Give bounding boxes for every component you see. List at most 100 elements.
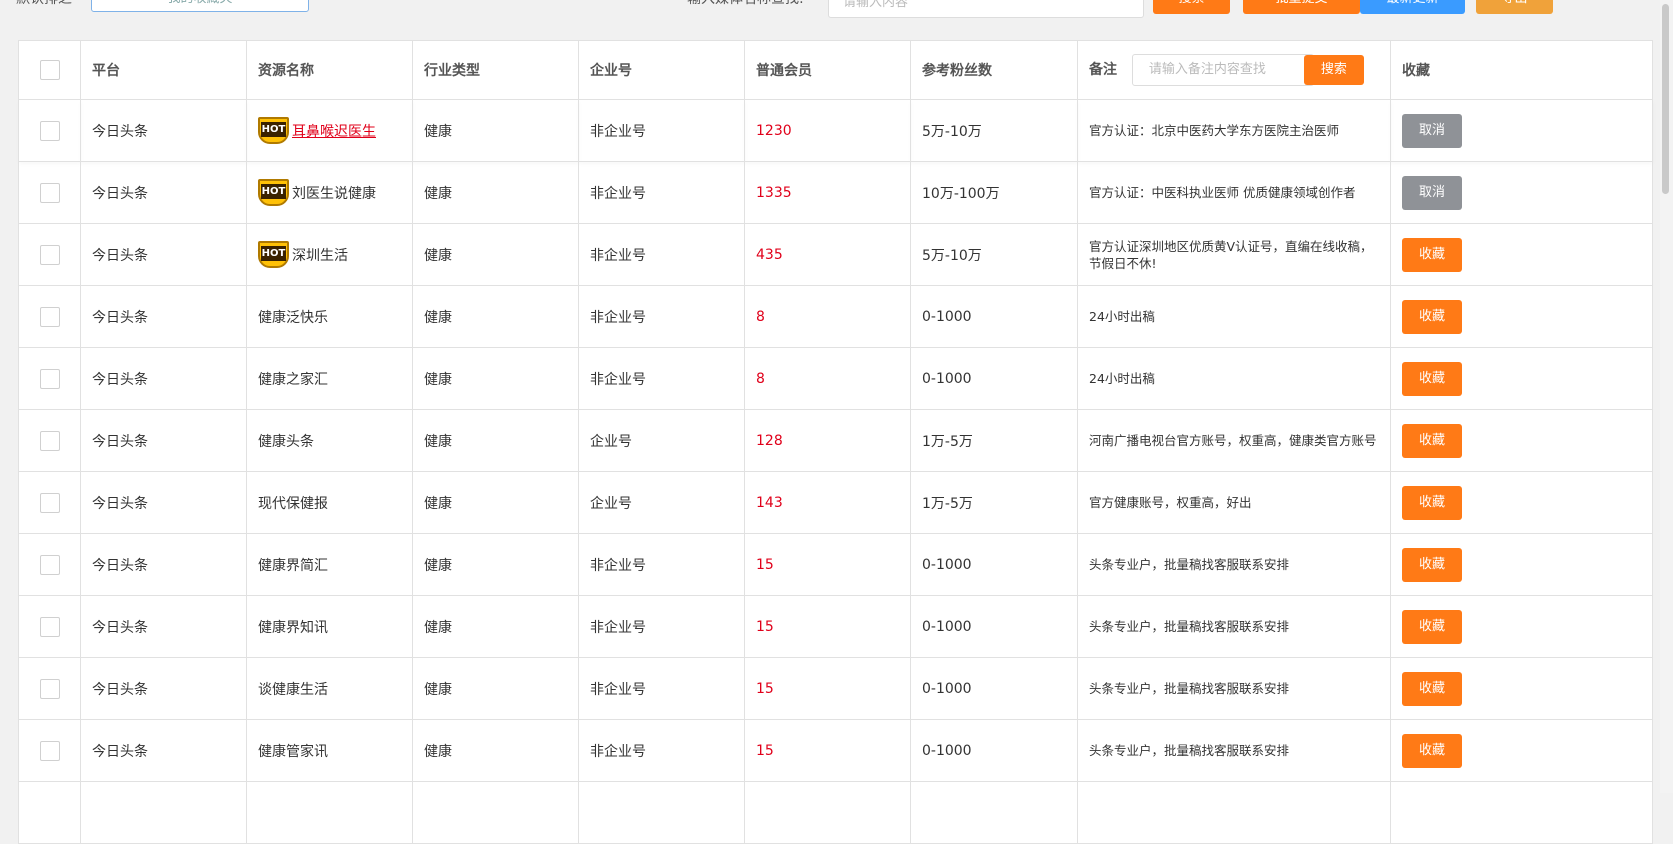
member-price-cell: 15 [744, 533, 911, 596]
row-checkbox[interactable] [39, 120, 60, 141]
table-row: 今日头条 HOT 耳鼻喉迟医生 健康 非企业号 1230 5万-10万 官方认证：北京中医药大… [18, 99, 1653, 162]
add-favorite-button[interactable]: 收藏 [1402, 671, 1462, 706]
favorites-select[interactable]: 我的收藏夹 [91, 0, 309, 12]
row-checkbox[interactable] [39, 554, 60, 575]
resource-name-link[interactable]: 耳鼻喉迟医生 [292, 121, 376, 141]
cancel-favorite-button[interactable]: 取消 [1402, 113, 1462, 148]
add-favorite-button[interactable]: 收藏 [1402, 485, 1462, 520]
fav-cell: 取消 [1390, 161, 1653, 224]
fans-cell: 0-1000 [910, 533, 1078, 596]
member-price-cell: 143 [744, 471, 911, 534]
select-all-cell [18, 40, 81, 100]
note-cell: 24小时出稿 [1077, 285, 1391, 348]
row-checkbox[interactable] [39, 616, 60, 637]
enterprise-cell [578, 781, 745, 844]
fans-cell: 1万-5万 [910, 409, 1078, 472]
fans-cell: 5万-10万 [910, 99, 1078, 162]
row-checkbox[interactable] [39, 244, 60, 265]
search-button[interactable]: 搜索 [1153, 0, 1230, 14]
industry-cell: 健康 [412, 223, 579, 286]
add-favorite-button[interactable]: 收藏 [1402, 423, 1462, 458]
resource-name-link[interactable]: 健康界简汇 [258, 555, 328, 575]
add-favorite-button[interactable]: 收藏 [1402, 547, 1462, 582]
name-cell: 健康界知讯 [246, 595, 413, 658]
row-checkbox[interactable] [39, 678, 60, 699]
header-note: 备注 请输入备注内容查找 搜索 [1077, 40, 1391, 100]
row-checkbox[interactable] [39, 182, 60, 203]
checkbox-cell [18, 223, 81, 286]
row-checkbox[interactable] [39, 306, 60, 327]
table-row: 今日头条 健康界知讯 健康 非企业号 15 0-1000 头条专业户，批量稿找客服联系安排收… [18, 595, 1653, 658]
resource-name-link[interactable]: 健康之家汇 [258, 369, 328, 389]
resource-table: 平台 资源名称 行业类型 企业号 普通会员 参考粉丝数 备注 请输入备注内容查找… [18, 40, 1653, 844]
table-row: 今日头条 谈健康生活 健康 非企业号 15 0-1000 头条专业户，批量稿找客服联系安排收… [18, 657, 1653, 720]
member-price-cell: 1335 [744, 161, 911, 224]
row-checkbox[interactable] [39, 430, 60, 451]
note-cell: 官方认证：中医科执业医师 优质健康领域创作者 [1077, 161, 1391, 224]
add-favorite-button[interactable]: 收藏 [1402, 609, 1462, 644]
enterprise-cell: 非企业号 [578, 161, 745, 224]
table-row: 今日头条 HOT 深圳生活 健康 非企业号 435 5万-10万 官方认证深圳地区优质黄V认证… [18, 223, 1653, 286]
enterprise-cell: 非企业号 [578, 99, 745, 162]
media-search-input[interactable]: 请输入内容 [828, 0, 1144, 18]
platform-cell: 今日头条 [80, 285, 247, 348]
industry-cell: 健康 [412, 657, 579, 720]
export-button[interactable]: 导出 [1476, 0, 1553, 14]
scrollbar-thumb[interactable] [1662, 4, 1669, 194]
row-checkbox[interactable] [39, 492, 60, 513]
member-price-cell: 1230 [744, 99, 911, 162]
fans-cell: 0-1000 [910, 657, 1078, 720]
add-favorite-button[interactable]: 收藏 [1402, 299, 1462, 334]
latest-update-button[interactable]: 最新更新 [1360, 0, 1465, 14]
resource-name-link[interactable]: 刘医生说健康 [292, 183, 376, 203]
resource-name-link[interactable]: 现代保健报 [258, 493, 328, 513]
platform-cell: 今日头条 [80, 471, 247, 534]
name-cell [246, 781, 413, 844]
fans-cell: 0-1000 [910, 285, 1078, 348]
note-search: 请输入备注内容查找 搜索 [1131, 54, 1364, 86]
member-price-cell: 8 [744, 285, 911, 348]
batch-submit-button[interactable]: 批量提交 [1243, 0, 1360, 14]
table-header-row: 平台 资源名称 行业类型 企业号 普通会员 参考粉丝数 备注 请输入备注内容查找… [18, 40, 1653, 100]
checkbox-cell [18, 471, 81, 534]
industry-cell: 健康 [412, 347, 579, 410]
resource-name-link[interactable]: 健康界知讯 [258, 617, 328, 637]
enterprise-cell: 非企业号 [578, 223, 745, 286]
resource-name-link[interactable]: 健康泛快乐 [258, 307, 328, 327]
platform-cell: 今日头条 [80, 595, 247, 658]
checkbox-cell [18, 285, 81, 348]
checkbox-cell [18, 533, 81, 596]
fav-cell: 收藏 [1390, 409, 1653, 472]
name-cell: 现代保健报 [246, 471, 413, 534]
row-checkbox[interactable] [39, 740, 60, 761]
header-fav: 收藏 [1390, 40, 1653, 100]
add-favorite-button[interactable]: 收藏 [1402, 361, 1462, 396]
header-platform: 平台 [80, 40, 247, 100]
table-row [18, 781, 1653, 844]
select-all-checkbox[interactable] [39, 60, 60, 80]
enterprise-cell: 企业号 [578, 409, 745, 472]
resource-name-link[interactable]: 健康管家讯 [258, 741, 328, 761]
note-search-button[interactable]: 搜索 [1303, 55, 1364, 85]
fans-cell: 0-1000 [910, 719, 1078, 782]
add-favorite-button[interactable]: 收藏 [1402, 237, 1462, 272]
table-row: 今日头条 健康泛快乐 健康 非企业号 8 0-1000 24小时出稿 收藏 [18, 285, 1653, 348]
header-note-label: 备注 [1089, 62, 1117, 78]
fav-cell: 收藏 [1390, 285, 1653, 348]
resource-name-link[interactable]: 深圳生活 [292, 245, 348, 265]
note-search-input[interactable]: 请输入备注内容查找 [1131, 54, 1314, 86]
resource-name-link[interactable]: 健康头条 [258, 431, 314, 451]
name-cell: 健康管家讯 [246, 719, 413, 782]
fav-cell: 收藏 [1390, 719, 1653, 782]
vertical-scrollbar[interactable] [1660, 0, 1673, 793]
note-cell: 头条专业户，批量稿找客服联系安排 [1077, 657, 1391, 720]
note-cell: 河南广播电视台官方账号，权重高，健康类官方账号 [1077, 409, 1391, 472]
resource-name-link[interactable]: 谈健康生活 [258, 679, 328, 699]
header-enterprise: 企业号 [578, 40, 745, 100]
add-favorite-button[interactable]: 收藏 [1402, 733, 1462, 768]
checkbox-cell [18, 719, 81, 782]
cancel-favorite-button[interactable]: 取消 [1402, 175, 1462, 210]
row-checkbox[interactable] [39, 368, 60, 389]
member-price-cell: 128 [744, 409, 911, 472]
platform-cell: 今日头条 [80, 99, 247, 162]
